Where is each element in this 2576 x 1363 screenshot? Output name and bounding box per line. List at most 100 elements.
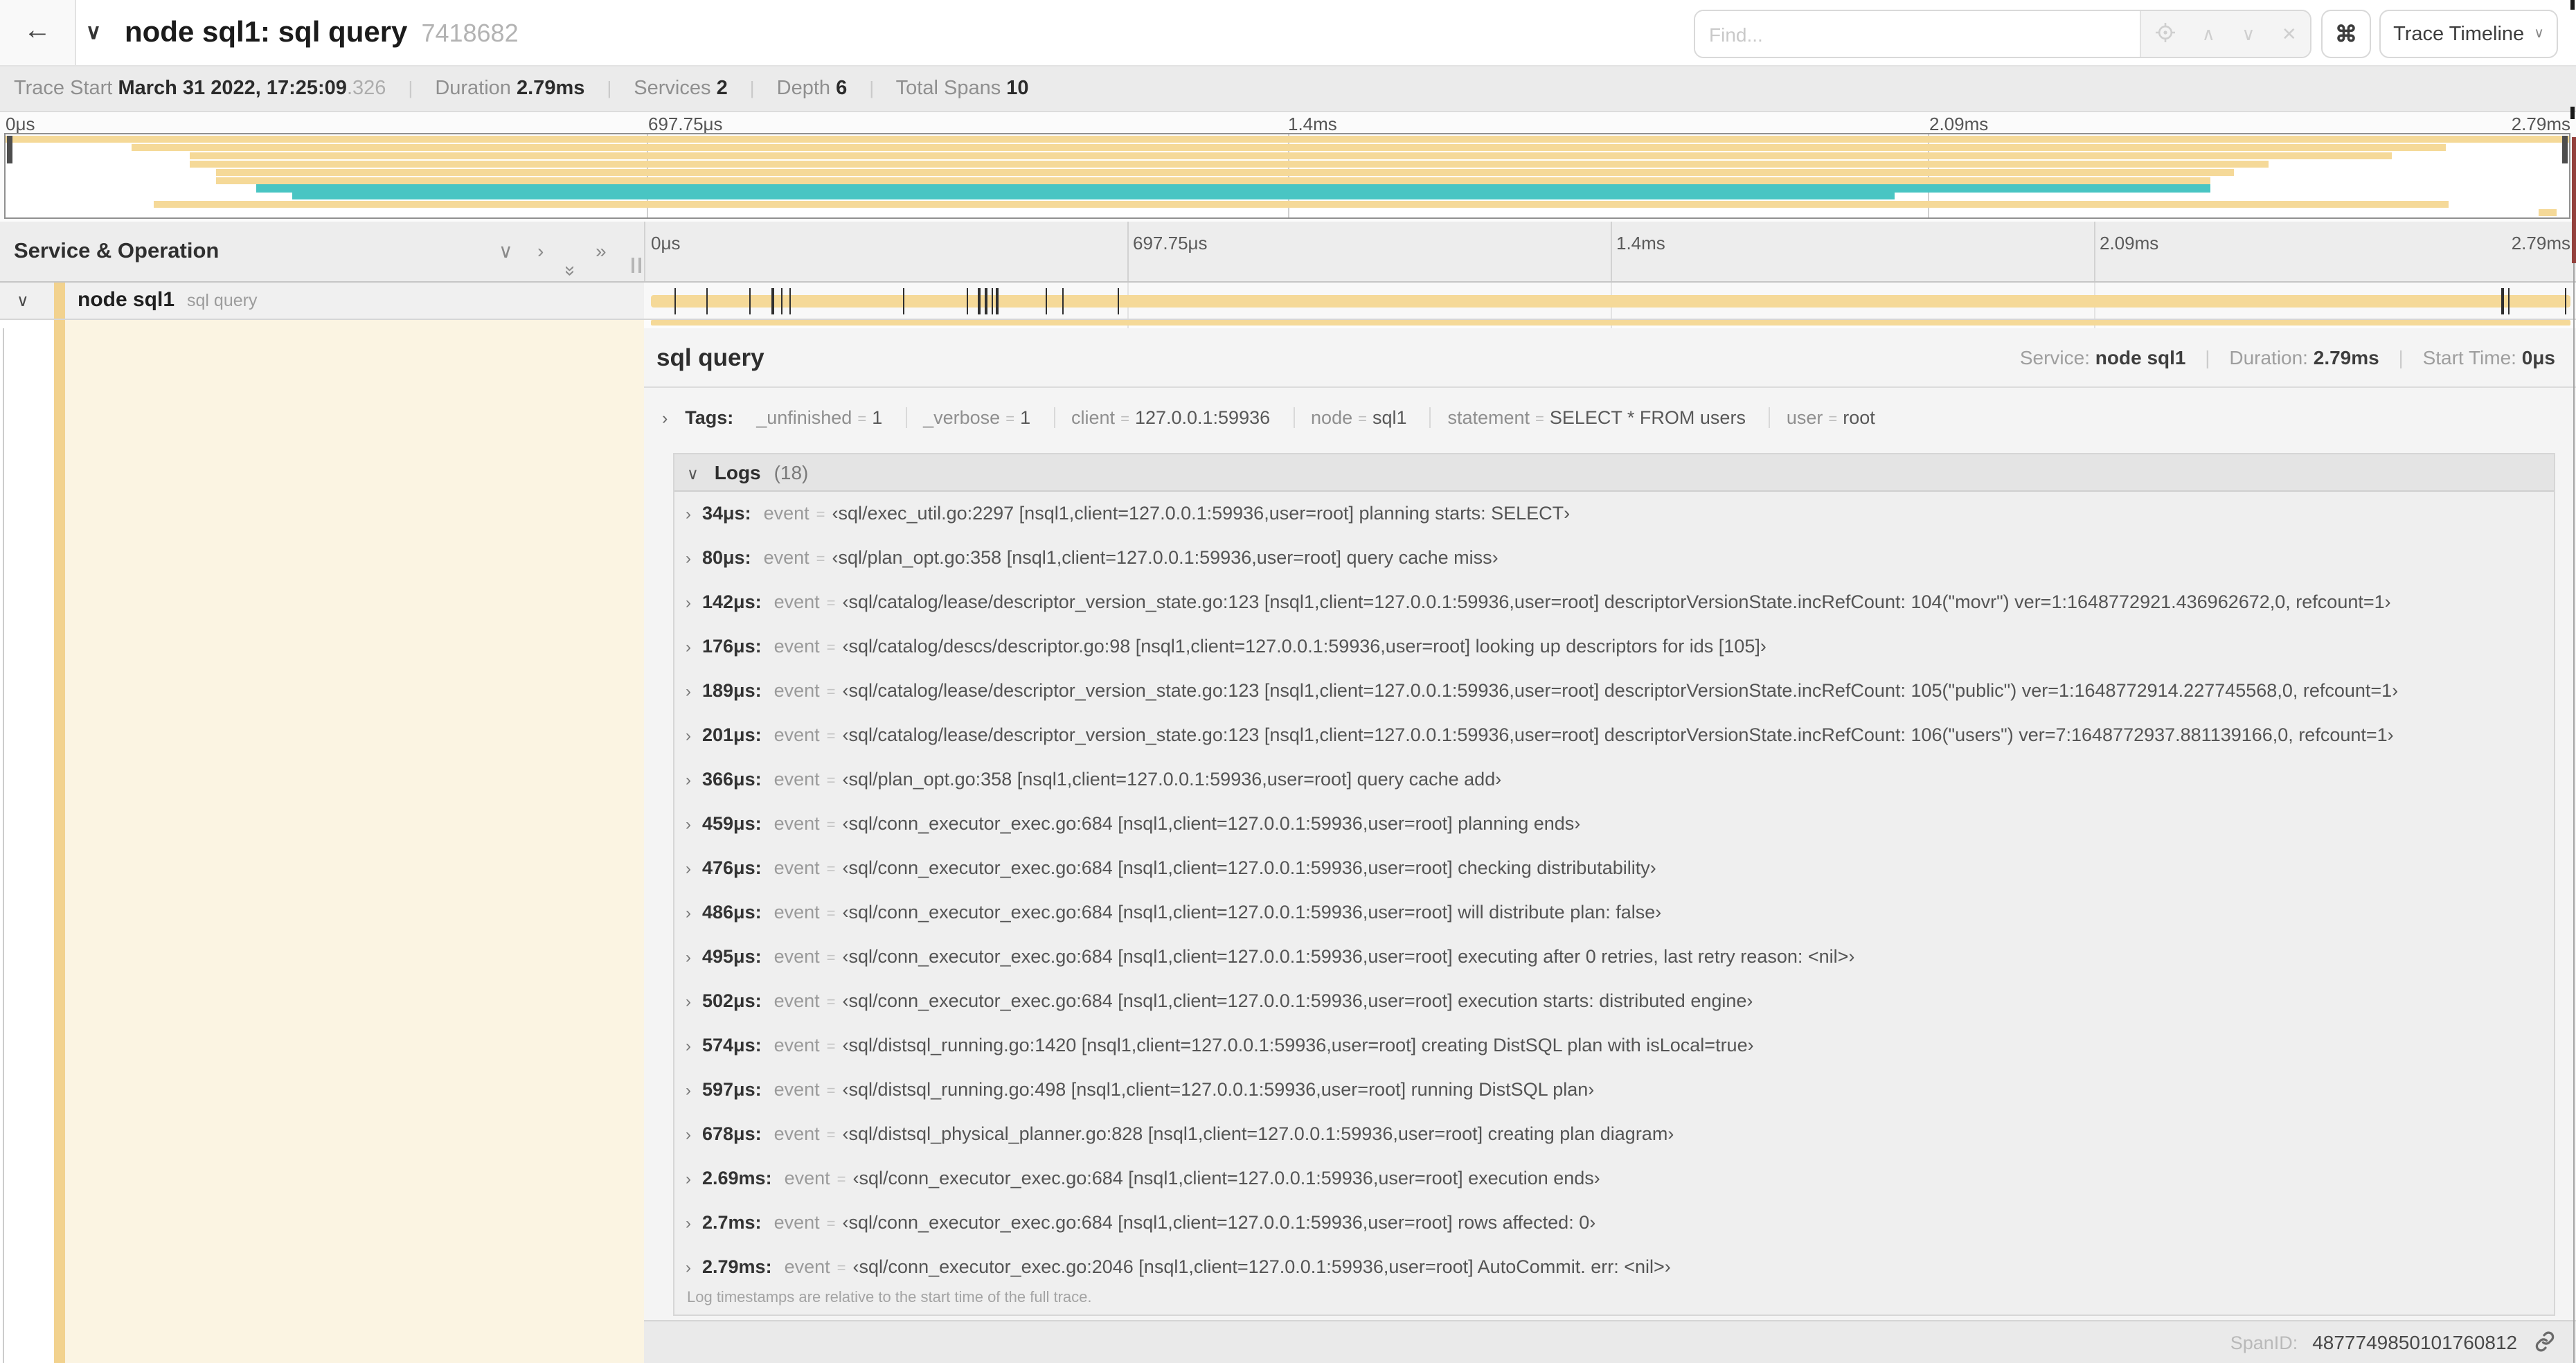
- chevron-right-icon[interactable]: ›: [686, 593, 691, 612]
- equals-sign: =: [1828, 411, 1838, 428]
- tag-item: _unfinished = 1: [740, 407, 899, 428]
- find-next-icon[interactable]: ∨: [2242, 23, 2255, 45]
- log-row[interactable]: › 574μs: event = ‹sql/distsql_running.go:142…: [674, 1024, 2554, 1068]
- viewport-left-handle[interactable]: [7, 136, 12, 163]
- log-timestamp: 189μs:: [702, 680, 762, 701]
- service-color-stripe: [54, 328, 65, 1363]
- column-resizer-grip[interactable]: [632, 258, 643, 273]
- keyboard-shortcuts-button[interactable]: ⌘: [2321, 10, 2371, 58]
- scroll-indicator[interactable]: [2571, 137, 2575, 263]
- log-row[interactable]: › 502μs: event = ‹sql/conn_executor_exec.go:…: [674, 979, 2554, 1024]
- log-row[interactable]: › 189μs: event = ‹sql/catalog/lease/descript…: [674, 669, 2554, 713]
- minimap-span: [154, 201, 2449, 208]
- minimap-span: [292, 193, 1895, 200]
- duration-label: Duration:: [2229, 346, 2308, 368]
- minimap-span: [131, 143, 2447, 152]
- log-row[interactable]: › 201μs: event = ‹sql/catalog/lease/descript…: [674, 713, 2554, 758]
- find-clear-icon[interactable]: ✕: [2282, 23, 2297, 45]
- tag-key: node: [1311, 407, 1353, 428]
- log-row[interactable]: › 495μs: event = ‹sql/conn_executor_exec.go:…: [674, 935, 2554, 979]
- duration-label: Duration: [435, 78, 511, 100]
- log-row[interactable]: › 2.69ms: event = ‹sql/conn_executor_exec.go…: [674, 1157, 2554, 1201]
- trace-id: 7418682: [421, 19, 519, 47]
- chevron-right-icon[interactable]: ›: [686, 1258, 691, 1277]
- log-row[interactable]: › 176μs: event = ‹sql/catalog/descs/descript…: [674, 625, 2554, 669]
- viewport-right-handle[interactable]: [2562, 136, 2568, 163]
- chevron-right-icon[interactable]: ›: [686, 1213, 691, 1233]
- log-tick-mark: [967, 288, 969, 314]
- log-row[interactable]: › 2.79ms: event = ‹sql/conn_executor_exec.go…: [674, 1245, 2554, 1290]
- span-detail-header: sql query Service: node sql1 | Duration:…: [644, 328, 2576, 388]
- log-row[interactable]: › 597μs: event = ‹sql/distsql_running.go:498…: [674, 1068, 2554, 1112]
- tags-row[interactable]: › Tags: _unfinished = 1 _verbose = 1 client =…: [662, 386, 2555, 453]
- logs-header[interactable]: ∨ Logs (18): [674, 454, 2554, 492]
- span-duration-bar[interactable]: [651, 288, 2570, 314]
- log-event-key: event: [773, 990, 820, 1011]
- chevron-right-icon[interactable]: ›: [686, 903, 691, 923]
- view-selector-button[interactable]: Trace Timeline ∨: [2379, 10, 2558, 58]
- find-input[interactable]: [1695, 11, 2155, 57]
- minimap-span: [215, 177, 2210, 184]
- log-tick-mark: [2508, 288, 2510, 314]
- row-collapse-chevron-icon[interactable]: ∨: [17, 283, 29, 319]
- chevron-right-icon[interactable]: ›: [662, 409, 668, 428]
- log-row[interactable]: › 34μs: event = ‹sql/exec_util.go:2297 [nsql…: [674, 492, 2554, 536]
- log-event-key: event: [773, 857, 820, 878]
- spanid-bar: SpanID: 4877749850101760812: [644, 1320, 2576, 1363]
- chevron-right-icon[interactable]: ›: [686, 814, 691, 834]
- minimap-tick-0: 0μs: [6, 114, 35, 134]
- chevron-right-icon[interactable]: ›: [686, 1036, 691, 1055]
- span-detail-region: sql query Service: node sql1 | Duration:…: [0, 328, 2576, 1363]
- ruler-tick-0: 0μs: [651, 233, 681, 253]
- chevron-right-icon[interactable]: ›: [686, 947, 691, 967]
- chevron-right-icon[interactable]: ›: [686, 1125, 691, 1144]
- collapse-all-icon[interactable]: »: [541, 265, 600, 276]
- chevron-right-icon[interactable]: ›: [686, 992, 691, 1011]
- back-button[interactable]: ←: [0, 0, 76, 65]
- log-row[interactable]: › 678μs: event = ‹sql/distsql_physical_plann…: [674, 1112, 2554, 1157]
- log-tick-mark: [674, 288, 677, 314]
- chevron-right-icon[interactable]: ›: [686, 1169, 691, 1188]
- chevron-down-icon[interactable]: ∨: [687, 467, 699, 483]
- equals-sign: =: [1535, 411, 1544, 428]
- scope-icon[interactable]: [2154, 21, 2175, 46]
- log-event-key: event: [773, 946, 820, 967]
- log-event-value: ‹sql/catalog/descs/descriptor.go:98 [nsq…: [842, 636, 1766, 657]
- trace-start-label: Trace Start: [14, 78, 113, 100]
- span-row-timeline-cell[interactable]: [644, 283, 2576, 319]
- chevron-right-icon[interactable]: ›: [686, 1080, 691, 1100]
- collapse-one-icon[interactable]: ∨: [499, 222, 513, 281]
- duration-value: 2.79ms: [2313, 346, 2379, 368]
- log-row[interactable]: › 142μs: event = ‹sql/catalog/lease/descript…: [674, 580, 2554, 625]
- minimap-canvas[interactable]: [4, 133, 2570, 219]
- equals-sign: =: [826, 1128, 836, 1144]
- equals-sign: =: [826, 862, 836, 878]
- tag-key: _unfinished: [756, 407, 852, 428]
- chevron-right-icon[interactable]: ›: [686, 770, 691, 790]
- span-row-node-sql1[interactable]: ∨ node sql1 sql query: [0, 283, 2576, 320]
- find-prev-icon[interactable]: ∧: [2202, 23, 2215, 45]
- log-row[interactable]: › 486μs: event = ‹sql/conn_executor_exec.go:…: [674, 891, 2554, 935]
- log-row[interactable]: › 366μs: event = ‹sql/plan_opt.go:358 [nsql1…: [674, 758, 2554, 802]
- deep-link-icon[interactable]: [2534, 1326, 2555, 1363]
- log-timestamp: 2.69ms:: [702, 1168, 772, 1188]
- chevron-right-icon[interactable]: ›: [686, 682, 691, 701]
- log-row[interactable]: › 459μs: event = ‹sql/conn_executor_exec.go:…: [674, 802, 2554, 846]
- log-timestamp: 2.79ms:: [702, 1256, 772, 1277]
- ruler-tick-3: 2.09ms: [2100, 233, 2159, 253]
- log-timestamp: 142μs:: [702, 591, 762, 612]
- log-row[interactable]: › 80μs: event = ‹sql/plan_opt.go:358 [nsql1,…: [674, 536, 2554, 580]
- chevron-right-icon[interactable]: ›: [686, 504, 691, 524]
- expand-all-icon[interactable]: »: [596, 222, 607, 281]
- ruler-tick-1: 697.75μs: [1133, 233, 1208, 253]
- chevron-right-icon[interactable]: ›: [686, 637, 691, 657]
- chevron-right-icon[interactable]: ›: [686, 859, 691, 878]
- chevron-right-icon[interactable]: ›: [686, 549, 691, 568]
- logs-label: Logs: [714, 461, 761, 483]
- span-row-name-cell[interactable]: ∨ node sql1 sql query: [0, 283, 644, 319]
- log-row[interactable]: › 2.7ms: event = ‹sql/conn_executor_exec.go:…: [674, 1201, 2554, 1245]
- log-timestamp: 574μs:: [702, 1035, 762, 1055]
- trace-title-chevron-icon[interactable]: ∨: [86, 0, 101, 65]
- log-row[interactable]: › 476μs: event = ‹sql/conn_executor_exec.go:…: [674, 846, 2554, 891]
- chevron-right-icon[interactable]: ›: [686, 726, 691, 745]
